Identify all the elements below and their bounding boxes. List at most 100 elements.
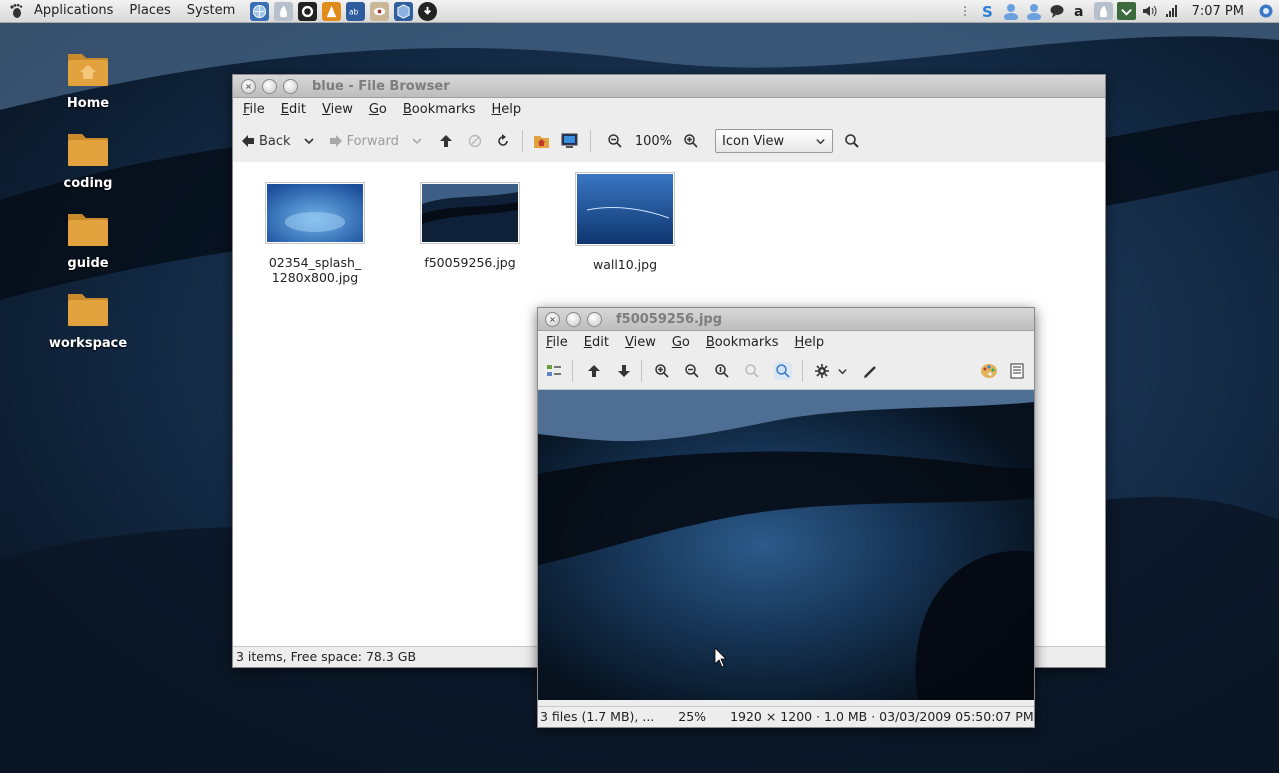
menu-view[interactable]: View: [617, 335, 664, 350]
gear-icon[interactable]: [815, 364, 829, 378]
zoom-in-icon[interactable]: [683, 133, 699, 149]
panel-clock[interactable]: 7:07 PM: [1184, 4, 1254, 19]
file-item[interactable]: f50059256.jpg: [410, 182, 530, 270]
update-manager-launcher-icon[interactable]: [417, 1, 437, 21]
toolbar-separator: [802, 360, 803, 382]
thumbnail-pane-icon[interactable]: [546, 363, 562, 379]
file-browser-menubar: File Edit View Go Bookmarks Help: [233, 98, 1105, 120]
system-menu[interactable]: System: [179, 0, 243, 22]
forward-label: Forward: [346, 133, 399, 149]
image-info: 1920 × 1200 · 1.0 MB · 03/03/2009 05:50:…: [730, 709, 1034, 724]
network-signal-icon[interactable]: [1163, 2, 1182, 20]
menu-edit[interactable]: Edit: [576, 335, 617, 350]
file-name-line-1: 02354_splash_: [268, 255, 362, 270]
view-mode-select[interactable]: Icon View: [715, 129, 834, 153]
files-summary: 3 files (1.7 MB), ...: [540, 709, 655, 724]
menu-file[interactable]: File: [235, 102, 273, 117]
minimize-icon[interactable]: [566, 311, 581, 327]
desktop-icon-coding[interactable]: coding: [38, 128, 138, 191]
download-tray-icon[interactable]: [1116, 2, 1136, 20]
folder-icon: [68, 294, 108, 326]
zoom-level[interactable]: 100%: [635, 134, 672, 149]
maximize-icon[interactable]: [283, 78, 298, 94]
status-text: 3 items, Free space: 78.3 GB: [236, 649, 417, 664]
zoom-out-icon[interactable]: [684, 363, 700, 379]
terminal-launcher-icon[interactable]: [297, 1, 317, 21]
menu-go[interactable]: Go: [664, 335, 698, 350]
close-icon[interactable]: ×: [241, 78, 256, 94]
gnome-foot-icon[interactable]: [8, 3, 24, 19]
next-image-down-icon[interactable]: [617, 364, 631, 378]
image-canvas[interactable]: [538, 390, 1034, 700]
svg-text:S: S: [982, 3, 993, 19]
amazon-tray-icon[interactable]: a: [1071, 2, 1090, 20]
desktop-icon-guide[interactable]: guide: [38, 208, 138, 271]
up-arrow-icon[interactable]: [439, 134, 453, 148]
desktop-icon-label: guide: [67, 256, 109, 271]
user-switch-icon[interactable]: [1256, 2, 1275, 20]
search-icon[interactable]: [844, 133, 860, 149]
menu-bookmarks[interactable]: Bookmarks: [698, 335, 787, 350]
image-viewer-toolbar: [538, 353, 1034, 390]
menu-view[interactable]: View: [314, 102, 361, 117]
volume-icon[interactable]: [1140, 2, 1159, 20]
edit-brush-icon[interactable]: [862, 363, 878, 379]
close-icon[interactable]: ×: [545, 311, 560, 327]
image-thumbnail: [575, 172, 675, 246]
palette-icon[interactable]: [980, 362, 998, 380]
file-item[interactable]: wall10.jpg: [565, 172, 685, 272]
forward-arrow-icon: [329, 135, 342, 147]
panel-menus: Applications Places System: [0, 0, 243, 22]
skype-tray-icon[interactable]: S: [979, 2, 998, 20]
file-browser-titlebar[interactable]: × blue - File Browser: [233, 75, 1105, 98]
previous-image-up-icon[interactable]: [587, 364, 601, 378]
back-button[interactable]: Back: [241, 134, 291, 149]
menu-help[interactable]: Help: [484, 102, 530, 117]
contact-tray-icon[interactable]: [1025, 2, 1044, 20]
desktop-icon-home[interactable]: Home: [38, 48, 138, 111]
minimize-icon[interactable]: [262, 78, 277, 94]
menu-help[interactable]: Help: [787, 335, 833, 350]
zoom-out-icon[interactable]: [607, 133, 623, 149]
menu-edit[interactable]: Edit: [273, 102, 314, 117]
stop-icon[interactable]: [468, 134, 482, 148]
properties-sidebar-icon[interactable]: [1010, 363, 1024, 379]
back-history-chevron-icon[interactable]: [303, 135, 315, 147]
computer-icon[interactable]: [561, 133, 578, 149]
image-viewer-titlebar[interactable]: × f50059256.jpg: [538, 308, 1034, 331]
zoom-to-fit-icon[interactable]: [774, 362, 792, 380]
toolbar-separator: [641, 360, 642, 382]
top-panel: Applications Places System ab S a 7:07 P…: [0, 0, 1279, 23]
zoom-fit-disabled-icon[interactable]: [744, 363, 760, 379]
zoom-normal-icon[interactable]: [714, 363, 730, 379]
image-thumbnail: [265, 182, 365, 244]
dictionary-launcher-icon[interactable]: ab: [345, 1, 365, 21]
zoom-in-icon[interactable]: [654, 363, 670, 379]
pidgin-tray-icon[interactable]: [1093, 2, 1113, 20]
places-menu[interactable]: Places: [121, 0, 178, 22]
eye-of-gnome-launcher-icon[interactable]: [369, 1, 389, 21]
home-folder-icon[interactable]: [533, 133, 550, 149]
virtualbox-launcher-icon[interactable]: [393, 1, 413, 21]
web-browser-launcher-icon[interactable]: [249, 1, 269, 21]
reload-icon[interactable]: [496, 134, 510, 148]
back-arrow-icon: [242, 135, 254, 147]
chat-bubble-tray-icon[interactable]: [1048, 2, 1067, 20]
chevron-down-icon[interactable]: [837, 366, 848, 377]
menu-go[interactable]: Go: [361, 102, 395, 117]
desktop-icon-workspace[interactable]: workspace: [38, 288, 138, 351]
view-mode-value: Icon View: [722, 133, 785, 149]
menu-file[interactable]: File: [538, 335, 576, 350]
maximize-icon[interactable]: [587, 311, 602, 327]
forward-history-chevron-icon[interactable]: [411, 135, 423, 147]
svg-text:a: a: [1074, 4, 1083, 19]
file-item[interactable]: 02354_splash_ 1280x800.jpg: [255, 182, 375, 285]
image-viewer-menubar: File Edit View Go Bookmarks Help: [538, 331, 1034, 353]
menu-bookmarks[interactable]: Bookmarks: [395, 102, 484, 117]
forward-button[interactable]: Forward: [329, 134, 399, 149]
buddy-tray-icon[interactable]: [1002, 2, 1021, 20]
toolbar-separator: [589, 130, 591, 152]
vlc-launcher-icon[interactable]: [321, 1, 341, 21]
pidgin-launcher-icon[interactable]: [273, 1, 293, 21]
applications-menu[interactable]: Applications: [26, 0, 121, 22]
